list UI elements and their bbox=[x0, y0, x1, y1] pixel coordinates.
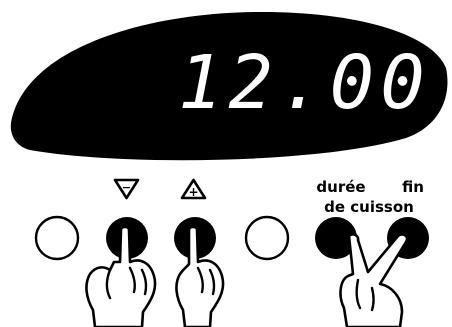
de-cuisson-label: de cuisson bbox=[324, 198, 414, 216]
minus-symbol: − bbox=[122, 181, 131, 194]
duree-label: durée bbox=[316, 178, 365, 196]
time-display: 12.00 bbox=[10, 12, 448, 161]
time-readout: 12.00 bbox=[178, 40, 431, 126]
minus-icon: − bbox=[113, 178, 140, 200]
oven-control-panel: 12.00 − + durée fin de cuisson bbox=[10, 12, 448, 327]
blank-button-left[interactable] bbox=[34, 215, 80, 261]
plus-symbol: + bbox=[188, 185, 198, 199]
plus-icon: + bbox=[180, 178, 207, 200]
v-hand-icon bbox=[339, 233, 409, 327]
blank-button-right[interactable] bbox=[244, 215, 290, 261]
fin-label: fin bbox=[402, 178, 424, 196]
